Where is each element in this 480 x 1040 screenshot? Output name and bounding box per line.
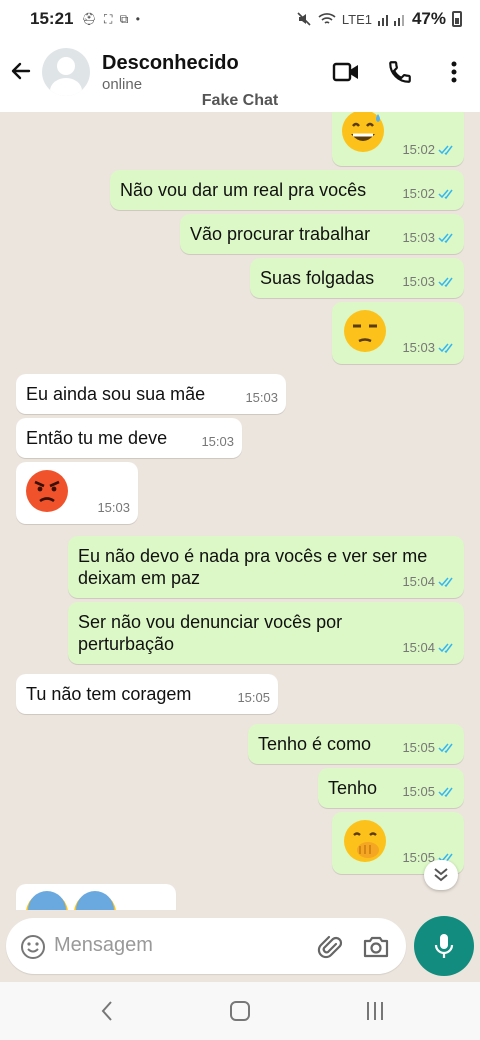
- chat-header: Desconhecido online Fake Chat: [0, 38, 480, 112]
- message-bubble-incoming[interactable]: Então tu me deve 15:03: [16, 418, 242, 458]
- more-vert-icon: [451, 61, 457, 83]
- double-check-icon: [438, 343, 453, 354]
- message-time: 15:03: [245, 390, 278, 405]
- mic-button[interactable]: [414, 916, 474, 976]
- double-check-icon: [438, 145, 453, 156]
- message-bubble-outgoing[interactable]: Ser não vou denunciar vocês por perturba…: [68, 602, 464, 664]
- message-time: 15:03: [402, 274, 435, 289]
- status-time: 15:21: [30, 9, 74, 28]
- recents-icon: [367, 1002, 383, 1020]
- lte-indicator: LTE1: [341, 11, 372, 27]
- message-time: 15:02: [402, 186, 435, 201]
- nav-recents-button[interactable]: [360, 996, 390, 1026]
- message-time: 15:05: [237, 690, 270, 705]
- chat-area[interactable]: 15:02 Não vou dar um real pra vocês 15:0…: [0, 112, 480, 910]
- message-text: Eu não devo é nada pra vocês e ver ser m…: [78, 546, 428, 588]
- system-navigation-bar: [0, 982, 480, 1040]
- message-time: 15:03: [402, 340, 435, 355]
- message-bubble-outgoing[interactable]: Vão procurar trabalhar 15:03: [180, 214, 464, 254]
- message-placeholder: Mensagem: [54, 934, 153, 956]
- message-text: Tenho: [328, 778, 378, 798]
- cold-sweat-emoji-icon: [74, 891, 116, 910]
- contact-status: online: [102, 76, 143, 93]
- status-bar: 15:21 ⛑ ⛶ ⧉ • LTE1 47%: [0, 0, 480, 38]
- double-check-icon: [438, 233, 453, 244]
- mute-icon: [297, 12, 311, 26]
- contact-name[interactable]: Desconhecido: [102, 52, 239, 75]
- message-text: Tu não tem coragem: [26, 684, 192, 704]
- chevron-left-icon: [101, 1001, 112, 1021]
- double-check-icon: [438, 643, 453, 654]
- menu-button[interactable]: [440, 58, 468, 86]
- message-text: Ser não vou denunciar vocês por perturba…: [78, 612, 343, 654]
- nav-back-button[interactable]: [92, 996, 122, 1026]
- double-check-icon: [438, 787, 453, 798]
- message-bubble-outgoing[interactable]: Não vou dar um real pra vocês 15:02: [110, 170, 464, 210]
- double-check-icon: [438, 277, 453, 288]
- scroll-to-bottom-button[interactable]: [424, 860, 458, 890]
- message-bubble-outgoing[interactable]: Tenho é como 15:05: [248, 724, 464, 764]
- message-time: 15:04: [402, 574, 435, 589]
- message-time: 15:03: [97, 500, 130, 515]
- cold-sweat-emoji-icon: [26, 891, 68, 910]
- message-bubble-incoming[interactable]: Tu não tem coragem 15:05: [16, 674, 278, 714]
- message-time: 15:03: [201, 434, 234, 449]
- message-time: 15:02: [402, 142, 435, 157]
- message-time: 15:03: [402, 230, 435, 245]
- message-text: Não vou dar um real pra vocês: [120, 180, 367, 200]
- unamused-emoji-icon: [344, 310, 386, 352]
- message-text: Vão procurar trabalhar: [190, 224, 371, 244]
- message-time: 15:05: [402, 740, 435, 755]
- paperclip-icon[interactable]: [316, 933, 344, 961]
- message-text: Então tu me deve: [26, 428, 168, 448]
- mic-icon: [434, 934, 454, 958]
- emoji-icon[interactable]: [20, 934, 46, 960]
- double-check-icon: [438, 743, 453, 754]
- video-call-button[interactable]: [332, 58, 360, 86]
- fake-chat-label: Fake Chat: [201, 92, 279, 109]
- battery-icon: [452, 11, 462, 27]
- message-bubble-incoming[interactable]: Eu ainda sou sua mãe 15:03: [16, 374, 286, 414]
- chevron-double-down-icon: [434, 868, 448, 882]
- message-text: Tenho é como: [258, 734, 372, 754]
- message-time: 15:04: [402, 640, 435, 655]
- angry-emoji-icon: [26, 470, 68, 512]
- message-time: 15:05: [402, 784, 435, 799]
- message-bubble-outgoing[interactable]: Tenho 15:05: [318, 768, 464, 808]
- signal-icon: [377, 15, 404, 26]
- message-bubble-outgoing[interactable]: Suas folgadas 15:03: [250, 258, 464, 298]
- message-text: Suas folgadas: [260, 268, 375, 288]
- message-input[interactable]: Mensagem: [6, 918, 406, 974]
- nav-home-button[interactable]: [225, 996, 255, 1026]
- double-check-icon: [438, 577, 453, 588]
- home-square-icon: [230, 1001, 250, 1021]
- message-bubble-outgoing[interactable]: 15:02: [332, 112, 464, 166]
- wifi-icon: [318, 13, 336, 24]
- message-bubble-incoming[interactable]: 15:03: [16, 462, 138, 524]
- message-bubble-incoming[interactable]: [16, 884, 176, 910]
- message-bubble-outgoing[interactable]: 15:03: [332, 302, 464, 364]
- notification-icons: ⛑ ⛶ ⧉ •: [81, 11, 142, 26]
- phone-icon: [389, 61, 411, 83]
- double-check-icon: [438, 189, 453, 200]
- battery-level: 47%: [411, 9, 446, 28]
- avatar[interactable]: [42, 48, 90, 96]
- hand-over-mouth-emoji-icon: [344, 820, 386, 862]
- voice-call-button[interactable]: [386, 58, 414, 86]
- back-button[interactable]: [8, 58, 34, 84]
- message-text: Eu ainda sou sua mãe: [26, 384, 206, 404]
- message-composer: Mensagem: [0, 910, 480, 982]
- arrow-left-icon: [11, 62, 31, 80]
- grinning-sweat-emoji-icon: [342, 112, 384, 152]
- camera-icon[interactable]: [362, 933, 390, 961]
- video-call-icon: [332, 62, 358, 82]
- message-bubble-outgoing[interactable]: Eu não devo é nada pra vocês e ver ser m…: [68, 536, 464, 598]
